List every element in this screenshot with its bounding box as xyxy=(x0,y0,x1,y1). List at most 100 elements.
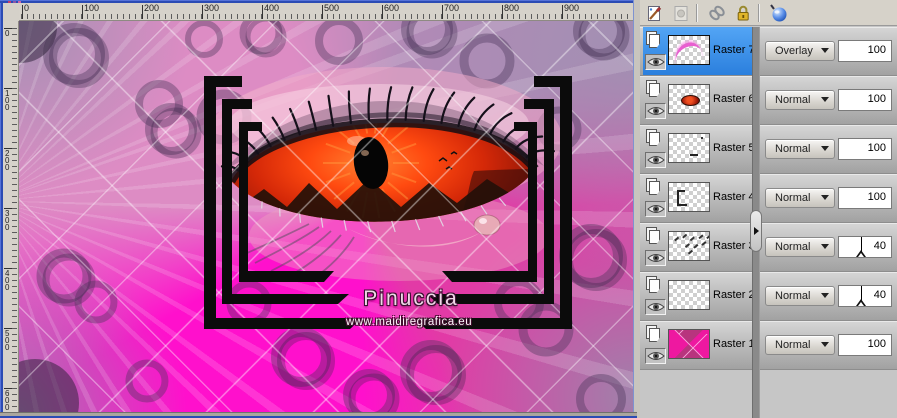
blend-mode-value: Normal xyxy=(775,94,811,106)
blend-mode-value: Normal xyxy=(775,339,811,351)
link-layers-icon[interactable] xyxy=(705,2,728,24)
layer-thumbnail[interactable] xyxy=(668,231,710,261)
opacity-slider[interactable]: 100 xyxy=(838,89,892,111)
splitter-handle[interactable] xyxy=(750,210,762,252)
layer-item[interactable]: Raster 3 xyxy=(643,223,755,271)
layer-row: Raster 3 Normal 40 xyxy=(640,223,897,272)
layer-item[interactable]: Raster 1 xyxy=(643,321,755,369)
visibility-toggle[interactable] xyxy=(645,201,666,217)
layer-thumbnail[interactable] xyxy=(668,133,710,163)
frame-brackets xyxy=(204,76,572,329)
opacity-value: 100 xyxy=(867,191,886,203)
blend-mode-dropdown[interactable]: Normal xyxy=(765,335,835,355)
layer-pages-icon[interactable] xyxy=(646,227,662,244)
layer-thumbnail[interactable] xyxy=(668,35,710,65)
layer-pages-icon[interactable] xyxy=(646,276,662,293)
visibility-toggle[interactable] xyxy=(645,250,666,266)
chevron-down-icon xyxy=(821,293,829,298)
window-bottom-edge xyxy=(0,412,637,418)
new-layer-icon[interactable] xyxy=(643,2,666,24)
blend-mode-dropdown[interactable]: Normal xyxy=(765,139,835,159)
chevron-down-icon xyxy=(821,195,829,200)
layer-item[interactable]: Raster 4 xyxy=(643,174,755,222)
opacity-slider[interactable]: 40 xyxy=(838,285,892,307)
blend-mode-dropdown[interactable]: Normal xyxy=(765,286,835,306)
blend-mode-dropdown[interactable]: Normal xyxy=(765,90,835,110)
blend-mode-value: Normal xyxy=(775,241,811,253)
canvas[interactable]: Pinuccia www.maidiregrafica.eu xyxy=(19,21,633,412)
layer-row: Raster 6 Normal 100 xyxy=(640,76,897,125)
layer-pages-icon[interactable] xyxy=(646,325,662,342)
layer-controls: Normal 100 xyxy=(761,174,897,222)
blend-mode-value: Normal xyxy=(775,290,811,302)
layer-controls: Normal 100 xyxy=(761,321,897,369)
visibility-toggle[interactable] xyxy=(645,103,666,119)
layer-row: Raster 2 Normal 40 xyxy=(640,272,897,321)
chevron-right-icon xyxy=(753,227,759,235)
opacity-slider[interactable]: 40 xyxy=(838,236,892,258)
layer-thumbnail[interactable] xyxy=(668,84,710,114)
layer-name: Raster 6 xyxy=(713,93,755,105)
layer-item[interactable]: Raster 2 xyxy=(643,272,755,320)
layer-pages-icon[interactable] xyxy=(646,80,662,97)
layer-controls: Normal 40 xyxy=(761,223,897,271)
layers-toolbar xyxy=(640,0,897,26)
opacity-slider[interactable]: 100 xyxy=(838,187,892,209)
visibility-toggle[interactable] xyxy=(645,152,666,168)
toolbar-separator xyxy=(696,3,698,22)
blend-mode-dropdown[interactable]: Normal xyxy=(765,237,835,257)
layer-thumbnail[interactable] xyxy=(668,182,710,212)
ruler-corner-box xyxy=(3,3,20,22)
layer-controls: Overlay 100 xyxy=(761,27,897,75)
layer-pages-icon[interactable] xyxy=(646,129,662,146)
opacity-slider-thumb[interactable] xyxy=(856,286,866,306)
opacity-value: 100 xyxy=(867,142,886,154)
toolbar-separator xyxy=(758,3,760,22)
opacity-value: 100 xyxy=(867,93,886,105)
horizontal-ruler[interactable]: 0 100 200 300 400 500 600 700 800 900 xyxy=(19,3,633,21)
chevron-down-icon xyxy=(821,244,829,249)
layer-row: Raster 4 Normal 100 xyxy=(640,174,897,223)
layer-item[interactable]: Raster 5 xyxy=(643,125,755,173)
opacity-slider[interactable]: 100 xyxy=(838,334,892,356)
opacity-value: 40 xyxy=(873,289,886,301)
layer-controls: Normal 100 xyxy=(761,76,897,124)
layer-name: Raster 3 xyxy=(713,240,755,252)
blend-mode-dropdown[interactable]: Normal xyxy=(765,188,835,208)
layer-pages-icon[interactable] xyxy=(646,178,662,195)
opacity-slider[interactable]: 100 xyxy=(838,40,892,62)
palette-splitter[interactable] xyxy=(750,27,762,418)
application-window: 0 100 200 300 400 500 600 700 800 900 0 100 200 300 4… xyxy=(0,0,897,418)
new-mask-layer-icon[interactable] xyxy=(669,2,692,24)
layer-name: Raster 4 xyxy=(713,191,755,203)
chevron-down-icon xyxy=(821,342,829,347)
layer-pages-icon[interactable] xyxy=(646,31,662,48)
layer-controls: Normal 40 xyxy=(761,272,897,320)
layer-name: Raster 1 xyxy=(713,338,755,350)
layer-name: Raster 5 xyxy=(713,142,755,154)
layers-palette: Raster 7 Overlay 100 Raster 6 Normal 100 xyxy=(640,0,897,418)
layer-name: Raster 2 xyxy=(713,289,755,301)
blend-mode-dropdown[interactable]: Overlay xyxy=(765,41,835,61)
visibility-toggle[interactable] xyxy=(645,299,666,315)
lock-transparency-icon[interactable] xyxy=(731,2,754,24)
blend-mode-value: Normal xyxy=(775,192,811,204)
edit-selection-icon[interactable] xyxy=(767,2,790,24)
layers-list: Raster 7 Overlay 100 Raster 6 Normal 100 xyxy=(640,27,897,418)
layer-item[interactable]: Raster 7 xyxy=(643,27,755,75)
opacity-value: 100 xyxy=(867,338,886,350)
opacity-slider-thumb[interactable] xyxy=(856,237,866,257)
opacity-slider[interactable]: 100 xyxy=(838,138,892,160)
vertical-ruler[interactable]: 0 100 200 300 400 500 600 xyxy=(3,21,19,412)
window-right-border xyxy=(633,0,638,412)
visibility-toggle[interactable] xyxy=(645,54,666,70)
layer-thumbnail[interactable] xyxy=(668,329,710,359)
layer-item[interactable]: Raster 6 xyxy=(643,76,755,124)
opacity-value: 100 xyxy=(867,44,886,56)
layer-thumbnail[interactable] xyxy=(668,280,710,310)
layer-controls: Normal 100 xyxy=(761,125,897,173)
blend-mode-value: Normal xyxy=(775,143,811,155)
chevron-down-icon xyxy=(821,48,829,53)
visibility-toggle[interactable] xyxy=(645,348,666,364)
layer-name: Raster 7 xyxy=(713,44,755,56)
